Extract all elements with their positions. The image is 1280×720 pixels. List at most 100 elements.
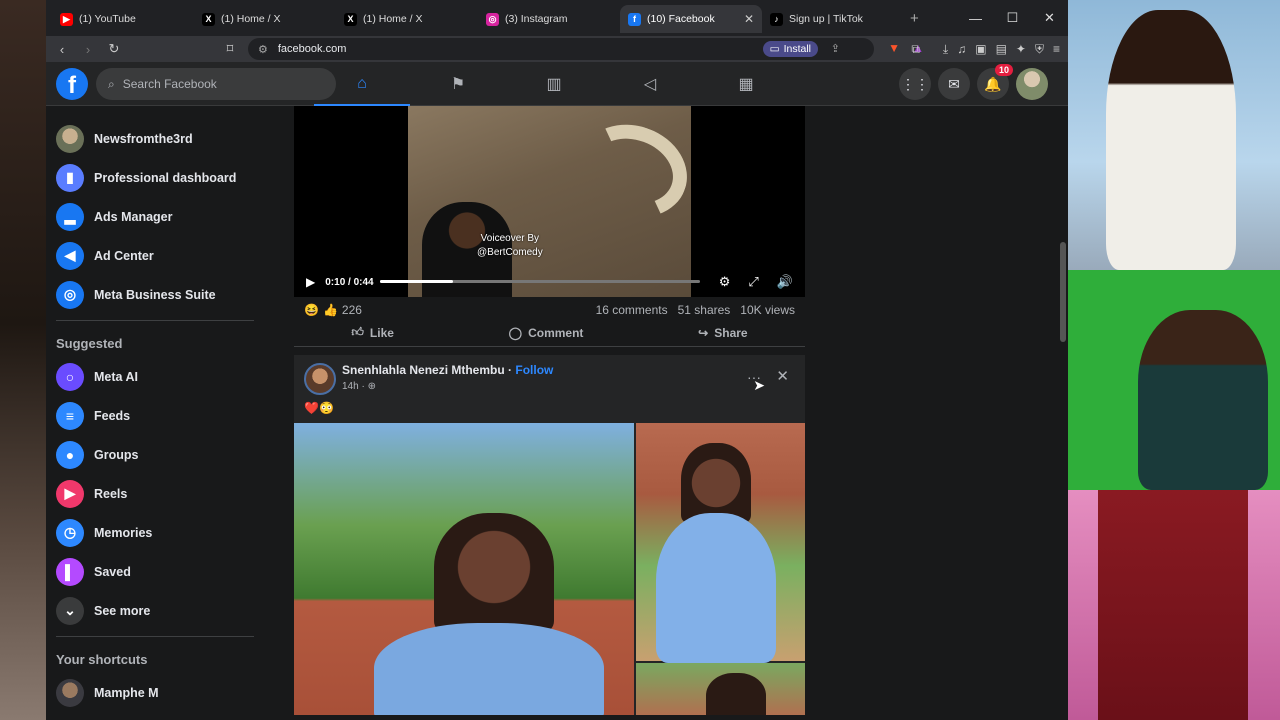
site-info-icon[interactable]: ⚙ xyxy=(258,43,268,56)
photo-grid xyxy=(294,423,805,715)
address-bar[interactable]: ⚙ facebook.com ▭ Install ⇪ ▼ ▲ xyxy=(248,38,924,60)
sidebar-item-see-more[interactable]: ⌄ See more xyxy=(56,591,261,630)
account-avatar[interactable] xyxy=(1016,68,1048,100)
minimize-icon[interactable]: — xyxy=(957,0,994,36)
follow-button[interactable]: Follow xyxy=(515,363,553,377)
vpn-icon[interactable]: ⛨ xyxy=(1035,42,1044,57)
settings-gear-icon[interactable]: ⚙ xyxy=(719,274,731,290)
chevron-down-icon: ⌄ xyxy=(56,596,84,625)
photo-secondary[interactable] xyxy=(636,423,805,663)
messenger-button[interactable]: ✉ xyxy=(938,68,970,100)
comment-button[interactable]: ◯ Comment xyxy=(509,326,584,340)
sidebar-item-profile[interactable]: Newsfromthe3rd xyxy=(56,119,261,158)
share-arrow-icon: ↪ xyxy=(698,325,709,340)
page-content: Newsfromthe3rd ▮ Professional dashboard ▂ A… xyxy=(46,106,1068,720)
share-button[interactable]: ↪ Share xyxy=(698,326,747,340)
sidebar-item-saved[interactable]: ▌ Saved xyxy=(56,552,261,591)
search-icon: ⌕ xyxy=(108,76,115,91)
comments-count[interactable]: 16 comments xyxy=(596,303,668,317)
sidebar-item-memories[interactable]: ◷ Memories xyxy=(56,513,261,552)
tab-label: (1) Home / X xyxy=(363,13,423,25)
shortcut-item[interactable]: Mamphe M xyxy=(56,673,261,712)
sidebar-item-professional-dashboard[interactable]: ▮ Professional dashboard xyxy=(56,158,261,197)
left-sidebar: Newsfromthe3rd ▮ Professional dashboard ▂ A… xyxy=(46,106,261,720)
leo-ai-icon[interactable]: ✦ xyxy=(1016,42,1026,56)
nav-marketplace[interactable]: ▦ xyxy=(698,62,794,106)
sidebar-item-label: Reels xyxy=(94,486,128,501)
search-facebook-field[interactable]: ⌕ Search Facebook xyxy=(96,68,336,100)
divider xyxy=(56,636,254,637)
facebook-logo[interactable]: f xyxy=(56,68,88,100)
notifications-button[interactable]: 🔔 10 xyxy=(977,64,1013,100)
sidebar-item-feeds[interactable]: ≡ Feeds xyxy=(56,396,261,435)
install-button[interactable]: ▭ Install xyxy=(762,41,818,57)
nav-ads[interactable]: ◁ xyxy=(602,62,698,106)
tab-label: (3) Instagram xyxy=(505,13,568,25)
close-window-icon[interactable]: ✕ xyxy=(1031,0,1068,36)
browser-toolbar-right: ⧉ ⤓ ♫ ▣ ▤ ✦ ⛨ ≡ xyxy=(911,36,1060,62)
volume-icon[interactable]: 🔊 xyxy=(777,274,793,290)
globe-icon: · ⊕ xyxy=(361,381,376,392)
share-icon[interactable]: ⇪ xyxy=(831,42,840,55)
browser-tab[interactable]: X (1) Home / X xyxy=(336,5,478,33)
fullscreen-icon[interactable]: ⤢ xyxy=(748,274,758,290)
page-scrollbar[interactable] xyxy=(1060,242,1066,342)
sidebar-item-ads-manager[interactable]: ▂ Ads Manager xyxy=(56,197,261,236)
close-tab-icon[interactable]: ✕ xyxy=(744,12,754,26)
new-tab-button[interactable]: + xyxy=(910,10,919,27)
person-figure xyxy=(1106,10,1236,270)
meta-ai-icon: ○ xyxy=(56,362,84,391)
sidebar-item-label: Meta Business Suite xyxy=(94,287,216,302)
menu-grid-button[interactable]: ⋮⋮ xyxy=(899,68,931,100)
back-icon[interactable]: ‹ xyxy=(54,42,70,57)
sidebar-item-label: See more xyxy=(94,603,151,618)
like-button[interactable]: 👍︎ Like xyxy=(351,325,394,340)
tab-label: Sign up | TikTok xyxy=(789,13,863,25)
browser-tab[interactable]: X (1) Home / X xyxy=(194,5,336,33)
sidebar-item-meta-ai[interactable]: ○ Meta AI xyxy=(56,357,261,396)
sidebar-item-groups[interactable]: ● Groups xyxy=(56,435,261,474)
page-scroll-track xyxy=(1056,106,1068,720)
browser-tab[interactable]: f (10) Facebook ✕ xyxy=(620,5,762,33)
menu-icon[interactable]: ≡ xyxy=(1053,42,1060,56)
forward-icon[interactable]: › xyxy=(80,42,96,57)
sidebar-item-label: Ad Center xyxy=(94,248,154,263)
maximize-icon[interactable]: ☐ xyxy=(994,0,1031,36)
background-video-right xyxy=(1068,0,1280,720)
author-name[interactable]: Snenhlahla Nenezi Mthembu xyxy=(342,363,505,377)
messenger-icon: ✉ xyxy=(948,75,960,92)
sidebar-item-ad-center[interactable]: ◀ Ad Center xyxy=(56,236,261,275)
reactions-summary[interactable]: 😆 👍 226 xyxy=(304,303,362,317)
photo-tertiary[interactable] xyxy=(636,663,805,715)
sidebar-item-meta-business-suite[interactable]: ◎ Meta Business Suite xyxy=(56,275,261,314)
shares-count[interactable]: 51 shares xyxy=(678,303,731,317)
wallet-icon[interactable]: ▤ xyxy=(996,42,1007,56)
video-player[interactable]: Voiceover By @BertComedy ▶ 0:10 / 0:44 ⚙… xyxy=(294,106,805,297)
photo-main[interactable] xyxy=(294,423,634,715)
bookmark-icon[interactable]: ⌑ xyxy=(222,41,238,57)
post-time-text[interactable]: 14h xyxy=(342,381,359,392)
nav-insights[interactable]: ▥ xyxy=(506,62,602,106)
sidebar-toggle-icon[interactable]: ▣ xyxy=(975,42,986,56)
browser-tab[interactable]: ▶ (1) YouTube xyxy=(52,5,194,33)
person-shirt xyxy=(656,513,776,663)
reload-icon[interactable]: ↻ xyxy=(106,41,122,57)
download-icon[interactable]: ⤓ xyxy=(943,42,948,57)
nav-home[interactable]: ⌂ xyxy=(314,62,410,107)
video-progress-bar[interactable] xyxy=(380,280,700,283)
browser-tab[interactable]: ◎ (3) Instagram xyxy=(478,5,620,33)
hide-post-icon[interactable]: ✕ xyxy=(776,367,789,385)
brave-shields-icon[interactable]: ▼ xyxy=(888,41,900,55)
browser-tab[interactable]: ♪ Sign up | TikTok xyxy=(762,5,904,33)
screenshot-icon[interactable]: ⧉ xyxy=(911,42,920,57)
tab-strip: ▶ (1) YouTube X (1) Home / X X (1) Home / X ◎ (… xyxy=(46,0,1068,36)
shortcut-avatar xyxy=(56,678,84,707)
name-separator: · xyxy=(504,363,516,377)
divider xyxy=(56,320,254,321)
like-reaction-icon: 👍 xyxy=(322,303,338,317)
play-icon[interactable]: ▶ xyxy=(306,275,315,289)
author-avatar[interactable] xyxy=(304,363,336,395)
nav-pages[interactable]: ⚑ xyxy=(410,62,506,106)
media-icon[interactable]: ♫ xyxy=(957,42,966,56)
sidebar-item-reels[interactable]: ▶ Reels xyxy=(56,474,261,513)
